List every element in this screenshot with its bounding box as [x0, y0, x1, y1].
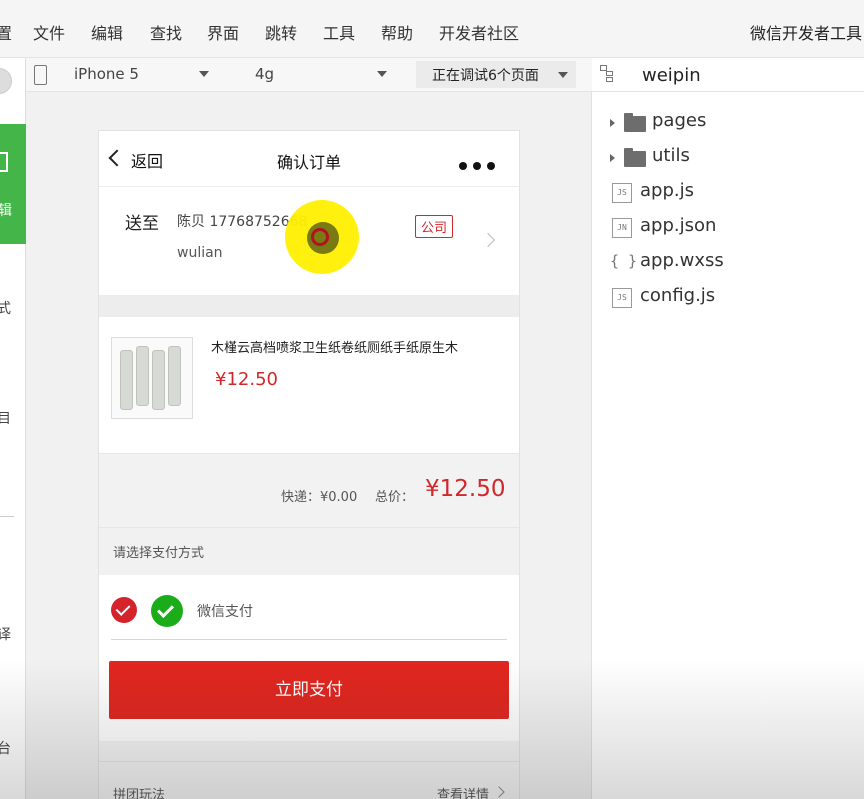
- editor-icon: [0, 152, 8, 172]
- device-icon[interactable]: [34, 65, 47, 85]
- folder-icon: [624, 148, 646, 167]
- file-explorer-header: weipin: [592, 58, 864, 92]
- avatar[interactable]: [0, 68, 12, 94]
- file-app-json[interactable]: JN app.json: [592, 215, 864, 241]
- chevron-down-icon: [558, 72, 568, 78]
- click-ring: [311, 228, 329, 246]
- section-spacer: [99, 295, 519, 317]
- file-name: config.js: [640, 285, 716, 306]
- ship-to-label: 送至: [125, 214, 159, 234]
- menu-file[interactable]: 文件: [33, 20, 65, 44]
- style-file-icon: { }: [610, 252, 638, 270]
- sidebar-item-debug[interactable]: 式: [0, 298, 11, 318]
- folder-utils[interactable]: utils: [592, 145, 864, 171]
- menu-settings[interactable]: 置: [0, 20, 12, 44]
- address-line: wulian: [177, 245, 223, 261]
- file-name: app.json: [640, 215, 717, 236]
- pay-now-button[interactable]: 立即支付: [109, 661, 509, 719]
- page-navbar: 返回 确认订单: [99, 131, 519, 187]
- left-sidebar: 辑 式 目 译 台: [0, 58, 26, 799]
- menu-help[interactable]: 帮助: [381, 20, 413, 44]
- wechat-pay-icon: [151, 595, 183, 627]
- debug-status: 正在调试6个页面: [432, 68, 539, 84]
- shipping-fee: 快递：¥0.00: [281, 490, 358, 505]
- payment-section-header: 请选择支付方式: [99, 527, 519, 575]
- sidebar-item-compile[interactable]: 译: [0, 624, 11, 644]
- folder-pages[interactable]: pages: [592, 110, 864, 136]
- group-buy-row[interactable]: 拼团玩法 查看详情: [99, 761, 519, 799]
- sidebar-item-editor[interactable]: 辑: [0, 124, 26, 244]
- check-icon[interactable]: [111, 597, 137, 623]
- chevron-down-icon[interactable]: [199, 71, 209, 77]
- folder-icon: [624, 113, 646, 132]
- more-icon[interactable]: [453, 155, 495, 170]
- phone-screen: 返回 确认订单 送至 陈贝 17768752668 wulian 公司 木槿云高…: [98, 130, 520, 799]
- divider: [111, 639, 507, 640]
- js-file-icon: JS: [612, 288, 632, 308]
- sidebar-item-backend[interactable]: 台: [0, 738, 11, 758]
- product-price: ¥12.50: [215, 369, 278, 390]
- total-label: 总价：: [375, 490, 415, 505]
- chevron-down-icon[interactable]: [377, 71, 387, 77]
- total-price: ¥12.50: [425, 476, 506, 502]
- product-item[interactable]: 木槿云高档喷浆卫生纸卷纸厕纸手纸原生木 ¥12.50: [99, 317, 519, 453]
- address-tag: 公司: [415, 215, 454, 238]
- chevron-right-icon: [493, 786, 505, 798]
- file-tree-icon[interactable]: [600, 65, 616, 83]
- file-name: pages: [652, 110, 707, 131]
- chevron-right-icon: [610, 154, 615, 162]
- order-summary: 快递：¥0.00 总价： ¥12.50: [99, 453, 519, 527]
- devtools-window: 置 文件 编辑 查找 界面 跳转 工具 帮助 开发者社区 微信开发者工具 辑 式…: [0, 0, 864, 799]
- file-app-wxss[interactable]: { } app.wxss: [592, 250, 864, 276]
- pay-button-area: 立即支付: [99, 641, 519, 741]
- device-select[interactable]: iPhone 5: [74, 65, 139, 83]
- sidebar-divider: [0, 516, 14, 517]
- device-toolbar: iPhone 5 4g 正在调试6个页面: [26, 58, 592, 92]
- network-select[interactable]: 4g: [255, 65, 274, 83]
- json-file-icon: JN: [612, 218, 632, 238]
- simulator-area: 返回 确认订单 送至 陈贝 17768752668 wulian 公司 木槿云高…: [26, 92, 592, 799]
- product-image: [111, 337, 193, 419]
- product-name: 木槿云高档喷浆卫生纸卷纸厕纸手纸原生木: [211, 341, 459, 356]
- menu-community[interactable]: 开发者社区: [439, 20, 519, 44]
- menu-view[interactable]: 界面: [207, 20, 239, 44]
- address-card[interactable]: 送至 陈贝 17768752668 wulian 公司: [99, 187, 519, 295]
- app-title: 微信开发者工具: [749, 24, 862, 43]
- group-buy-label: 拼团玩法: [113, 788, 166, 799]
- payment-method-label: 微信支付: [197, 604, 253, 620]
- js-file-icon: JS: [612, 183, 632, 203]
- sidebar-item-project[interactable]: 目: [0, 408, 11, 428]
- file-name: app.wxss: [640, 250, 724, 271]
- menu-bar: 置 文件 编辑 查找 界面 跳转 工具 帮助 开发者社区 微信开发者工具: [0, 0, 864, 58]
- chevron-right-icon: [610, 119, 615, 127]
- chevron-right-icon: [480, 232, 496, 248]
- menu-find[interactable]: 查找: [150, 20, 182, 44]
- file-app-js[interactable]: JS app.js: [592, 180, 864, 206]
- file-config-js[interactable]: JS config.js: [592, 285, 864, 311]
- debug-pages-dropdown[interactable]: 正在调试6个页面: [416, 61, 576, 88]
- menu-goto[interactable]: 跳转: [265, 20, 297, 44]
- file-explorer: weipin pages utils JS app.js JN app.json…: [592, 58, 864, 799]
- sidebar-item-label: 辑: [0, 203, 12, 219]
- file-name: utils: [652, 145, 690, 166]
- menu-tools[interactable]: 工具: [323, 20, 355, 44]
- file-name: app.js: [640, 180, 694, 201]
- payment-header-label: 请选择支付方式: [113, 546, 205, 561]
- project-name: weipin: [642, 65, 701, 86]
- menu-edit[interactable]: 编辑: [91, 20, 123, 44]
- payment-option-wechat[interactable]: 微信支付: [99, 575, 519, 641]
- view-details-link[interactable]: 查看详情: [437, 784, 489, 799]
